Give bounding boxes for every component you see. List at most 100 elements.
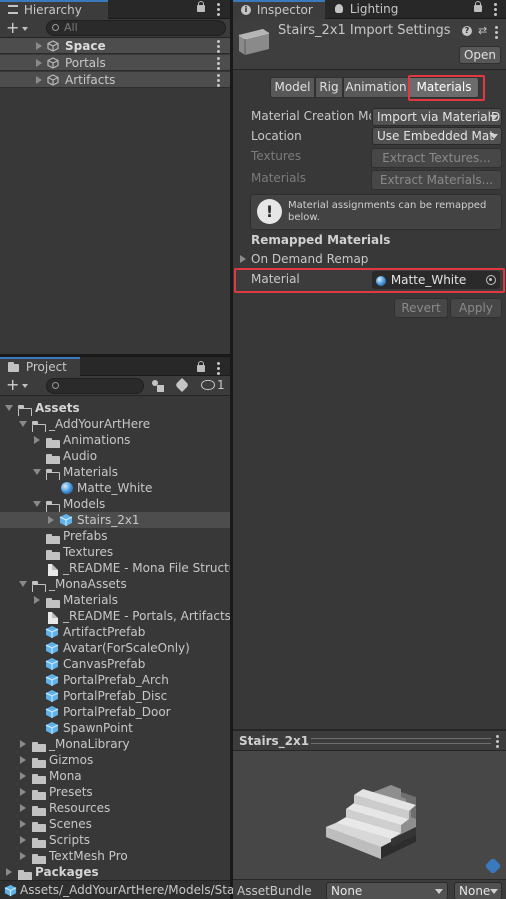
tree-item-canvas-prefab[interactable]: CanvasPrefab — [0, 656, 230, 672]
tab-lighting[interactable]: Lighting — [327, 0, 419, 19]
asset-label-icon[interactable] — [484, 857, 502, 875]
tree-label: Avatar(ForScaleOnly) — [63, 641, 190, 655]
add-icon[interactable]: + — [6, 377, 19, 393]
component-menu-icon[interactable] — [495, 26, 498, 41]
expand-arrow-icon[interactable] — [240, 255, 246, 263]
chevron-down-icon[interactable] — [22, 384, 28, 388]
expand-arrow-icon[interactable] — [36, 59, 42, 67]
tree-item-models[interactable]: Models — [0, 496, 230, 512]
tree-item-mona-assets[interactable]: _MonaAssets — [0, 576, 230, 592]
tree-item-add-your-art-here[interactable]: _AddYourArtHere — [0, 416, 230, 432]
hierarchy-item-space[interactable]: Space — [0, 38, 230, 54]
revert-button[interactable]: Revert — [394, 298, 448, 318]
preset-sliders-icon[interactable]: ⇄ — [478, 25, 487, 37]
hierarchy-menu-icon[interactable] — [217, 3, 220, 18]
hidden-packages-icon[interactable] — [201, 380, 215, 390]
location-dropdown[interactable]: Use Embedded Mat — [372, 127, 502, 145]
extract-materials-button[interactable]: Extract Materials... — [371, 170, 502, 190]
tree-item-mona[interactable]: Mona — [0, 768, 230, 784]
hierarchy-item-portals[interactable]: Portals — [0, 55, 230, 71]
folder-open-icon — [45, 469, 60, 480]
tree-item-scenes[interactable]: Scenes — [0, 816, 230, 832]
tab-model[interactable]: Model — [270, 77, 315, 98]
tree-item-packages[interactable]: Packages — [0, 864, 230, 880]
preview-menu-icon[interactable] — [496, 735, 499, 750]
tree-item-presets[interactable]: Presets — [0, 784, 230, 800]
tree-item-textures[interactable]: Textures — [0, 544, 230, 560]
expand-arrow-icon[interactable] — [20, 772, 26, 780]
material-creation-mode-dropdown[interactable]: Import via MaterialD — [372, 108, 502, 126]
expand-arrow-icon[interactable] — [20, 836, 26, 844]
prefab-icon — [45, 626, 59, 638]
tree-item-portal-arch[interactable]: PortalPrefab_Arch — [0, 672, 230, 688]
expand-arrow-icon[interactable] — [48, 516, 54, 524]
tree-item-scripts[interactable]: Scripts — [0, 832, 230, 848]
dropdown-arrow-icon — [490, 889, 498, 894]
expand-arrow-icon[interactable] — [20, 804, 26, 812]
tree-item-portal-door[interactable]: PortalPrefab_Door — [0, 704, 230, 720]
expand-arrow-icon[interactable] — [20, 852, 26, 860]
tree-item-prefabs[interactable]: Prefabs — [0, 528, 230, 544]
project-menu-icon[interactable] — [217, 362, 220, 377]
tree-item-animations[interactable]: Animations — [0, 432, 230, 448]
tree-item-matte-white[interactable]: Matte_White — [0, 480, 230, 496]
tree-item-avatar[interactable]: Avatar(ForScaleOnly) — [0, 640, 230, 656]
help-icon[interactable]: ? — [462, 26, 472, 36]
item-menu-icon[interactable] — [217, 40, 220, 53]
chevron-down-icon[interactable] — [22, 27, 28, 31]
on-demand-remap-foldout[interactable]: On Demand Remap — [233, 251, 506, 267]
project-toolbar: + 1 — [0, 376, 230, 396]
tree-item-gizmos[interactable]: Gizmos — [0, 752, 230, 768]
collapse-arrow-icon[interactable] — [19, 421, 27, 427]
tree-item-readme-mona-file[interactable]: _README - Mona File Structu — [0, 560, 230, 576]
tree-item-portal-disc[interactable]: PortalPrefab_Disc — [0, 688, 230, 704]
collapse-arrow-icon[interactable] — [33, 469, 41, 475]
tree-item-audio[interactable]: Audio — [0, 448, 230, 464]
inspector-menu-icon[interactable] — [494, 3, 497, 18]
tag-icon[interactable] — [174, 377, 190, 393]
add-icon[interactable]: + — [6, 20, 19, 36]
expand-arrow-icon[interactable] — [36, 76, 42, 84]
collapse-arrow-icon[interactable] — [5, 405, 13, 411]
tree-item-mona-materials[interactable]: Materials — [0, 592, 230, 608]
tab-project[interactable]: Project — [0, 357, 80, 376]
folder-icon — [32, 757, 46, 768]
expand-arrow-icon[interactable] — [20, 820, 26, 828]
tab-hierarchy[interactable]: Hierarchy — [0, 0, 108, 19]
tree-label: CanvasPrefab — [63, 657, 146, 671]
expand-arrow-icon[interactable] — [34, 596, 40, 604]
expand-arrow-icon[interactable] — [20, 740, 26, 748]
tree-item-materials[interactable]: Materials — [0, 464, 230, 480]
resize-grip[interactable] — [311, 738, 491, 744]
tab-inspector[interactable]: i Inspector — [233, 0, 325, 19]
tree-item-stairs-2x1[interactable]: Stairs_2x1 — [0, 512, 230, 528]
tab-rig[interactable]: Rig — [315, 77, 343, 98]
collapse-arrow-icon[interactable] — [33, 501, 41, 507]
extract-textures-button[interactable]: Extract Textures... — [371, 148, 502, 168]
tree-item-readme-portals[interactable]: _README - Portals, Artifacts & — [0, 608, 230, 624]
filter-by-type-icon[interactable] — [152, 380, 164, 392]
expand-arrow-icon[interactable] — [34, 436, 40, 444]
item-menu-icon[interactable] — [217, 74, 220, 87]
asset-bundle-dropdown[interactable]: None — [326, 882, 448, 899]
tree-item-assets[interactable]: Assets — [0, 400, 230, 416]
hierarchy-search-input[interactable]: All — [46, 20, 226, 36]
expand-arrow-icon[interactable] — [20, 788, 26, 796]
tree-item-resources[interactable]: Resources — [0, 800, 230, 816]
tree-item-mona-library[interactable]: _MonaLibrary — [0, 736, 230, 752]
tree-item-spawn-point[interactable]: SpawnPoint — [0, 720, 230, 736]
collapse-arrow-icon[interactable] — [19, 581, 27, 587]
asset-bundle-variant-dropdown[interactable]: None — [454, 882, 502, 899]
open-button[interactable]: Open — [459, 46, 501, 64]
tree-item-artifact-prefab[interactable]: ArtifactPrefab — [0, 624, 230, 640]
tab-animation[interactable]: Animation — [343, 77, 409, 98]
expand-arrow-icon[interactable] — [6, 868, 12, 876]
item-menu-icon[interactable] — [217, 57, 220, 70]
expand-arrow-icon[interactable] — [20, 756, 26, 764]
project-search-input[interactable] — [46, 378, 144, 394]
apply-button[interactable]: Apply — [450, 298, 502, 318]
hierarchy-item-artifacts[interactable]: Artifacts — [0, 72, 230, 88]
tree-item-textmesh-pro[interactable]: TextMesh Pro — [0, 848, 230, 864]
expand-arrow-icon[interactable] — [36, 42, 42, 50]
folder-icon — [18, 869, 32, 880]
